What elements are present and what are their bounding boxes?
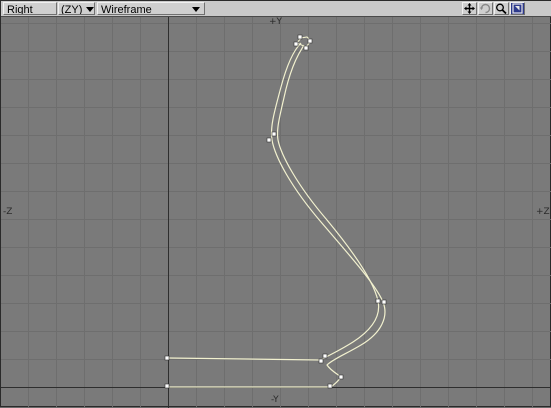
control-point[interactable] bbox=[293, 41, 299, 47]
rotate-icon[interactable] bbox=[478, 2, 493, 15]
control-point[interactable] bbox=[322, 353, 328, 359]
render-mode-dropdown[interactable]: Wireframe bbox=[97, 2, 205, 15]
axis-label-left: -Z bbox=[3, 207, 13, 217]
control-point[interactable] bbox=[266, 137, 272, 143]
view-selector[interactable]: Right bbox=[3, 2, 57, 15]
chevron-down-icon bbox=[86, 7, 94, 12]
axes-dropdown[interactable]: (ZY) bbox=[58, 2, 95, 15]
curve-outer bbox=[168, 42, 386, 388]
viewport[interactable]: Right (ZY) Wireframe +Y -Y -Z +Z bbox=[0, 0, 551, 408]
control-points bbox=[164, 34, 387, 389]
control-point[interactable] bbox=[327, 383, 333, 389]
axis-label-right: +Z bbox=[536, 207, 550, 217]
render-mode-label: Wireframe bbox=[101, 4, 152, 15]
grid-major bbox=[1, 17, 551, 408]
control-point[interactable] bbox=[318, 358, 324, 364]
viewport-toolbar: Right (ZY) Wireframe bbox=[1, 1, 551, 17]
control-point[interactable] bbox=[338, 374, 344, 380]
zoom-icon[interactable] bbox=[494, 2, 509, 15]
curve-inner bbox=[167, 44, 380, 361]
maximize-icon[interactable] bbox=[510, 2, 525, 15]
control-point[interactable] bbox=[375, 298, 381, 304]
control-point[interactable] bbox=[164, 355, 170, 361]
profile-curve[interactable] bbox=[167, 36, 386, 388]
control-point[interactable] bbox=[307, 38, 313, 44]
chevron-down-icon bbox=[192, 7, 200, 12]
control-point[interactable] bbox=[271, 131, 277, 137]
control-point[interactable] bbox=[303, 45, 309, 51]
control-point[interactable] bbox=[297, 34, 303, 40]
control-point[interactable] bbox=[381, 299, 387, 305]
move-icon[interactable] bbox=[462, 2, 477, 15]
control-point[interactable] bbox=[164, 383, 170, 389]
view-label: Right bbox=[7, 4, 33, 15]
axis-label-top: +Y bbox=[269, 17, 283, 27]
axis-label-bottom: -Y bbox=[271, 395, 279, 405]
grid-minor bbox=[1, 17, 551, 408]
viewport-canvas[interactable] bbox=[1, 17, 551, 408]
axes-label: (ZY) bbox=[61, 4, 83, 15]
